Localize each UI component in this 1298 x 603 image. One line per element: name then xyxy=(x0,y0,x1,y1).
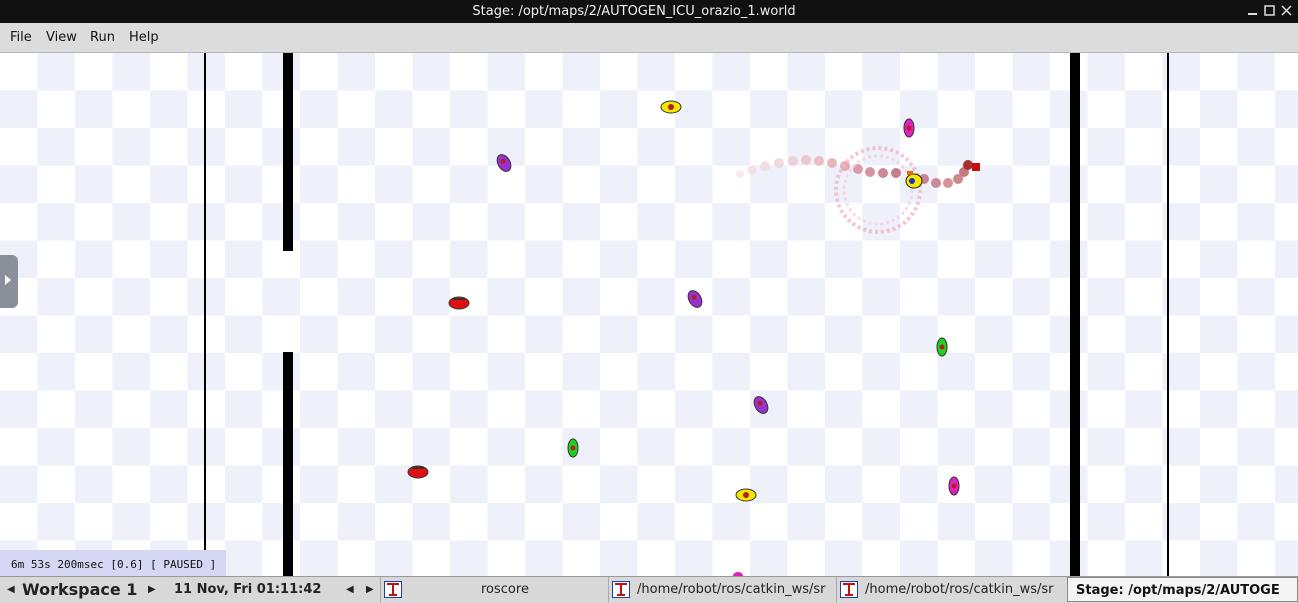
window-title: Stage: /opt/maps/2/AUTOGEN_ICU_orazio_1.… xyxy=(472,4,796,19)
menu-file[interactable]: File xyxy=(10,30,32,45)
menu-run[interactable]: Run xyxy=(90,30,115,45)
xterm-icon xyxy=(840,581,858,598)
xterm-icon xyxy=(612,581,630,598)
world-map xyxy=(204,53,1169,576)
task-label: roscore xyxy=(481,582,529,597)
close-icon[interactable] xyxy=(1280,4,1293,17)
agent-red-1[interactable] xyxy=(448,296,470,310)
task-terminal-1[interactable]: /home/robot/ros/catkin_ws/sr xyxy=(608,577,837,602)
task-label: Stage: /opt/maps/2/AUTOGE xyxy=(1076,583,1280,598)
wall-segment-lower xyxy=(283,352,293,576)
menu-view[interactable]: View xyxy=(46,30,77,45)
expand-arrow-icon xyxy=(5,275,11,285)
task-prev-icon[interactable]: ◀ xyxy=(346,577,354,602)
agent-purple-1[interactable] xyxy=(494,152,513,174)
task-label: /home/robot/ros/catkin_ws/sr xyxy=(865,582,1054,597)
task-roscore[interactable]: roscore xyxy=(380,577,609,602)
minimize-icon[interactable] xyxy=(1246,4,1259,17)
agent-purple-2[interactable] xyxy=(685,288,704,310)
menu-help[interactable]: Help xyxy=(129,30,159,45)
xterm-icon xyxy=(384,581,402,598)
wall-right-thin xyxy=(1167,53,1169,576)
wall-right-thick xyxy=(1070,53,1080,576)
wall-segment-upper xyxy=(283,53,293,251)
side-panel-handle[interactable] xyxy=(0,255,18,308)
clock: 11 Nov, Fri 01:11:42 xyxy=(174,582,322,597)
agent-yellow-1[interactable] xyxy=(660,100,682,114)
task-next-icon[interactable]: ▶ xyxy=(366,577,374,602)
agent-magenta-2[interactable] xyxy=(948,476,960,496)
agent-magenta-1[interactable] xyxy=(903,118,915,138)
agent-green-1[interactable] xyxy=(936,337,948,357)
workspace-next-icon[interactable]: ▶ xyxy=(148,577,156,602)
workspace-prev-icon[interactable]: ◀ xyxy=(7,577,15,602)
taskbar: ◀ Workspace 1 ▶ 11 Nov, Fri 01:11:42 ◀ ▶… xyxy=(0,576,1298,602)
simulation-time: 6m 53s 200msec [0.6] [ PAUSED ] xyxy=(11,558,217,571)
task-terminal-2[interactable]: /home/robot/ros/catkin_ws/sr xyxy=(836,577,1065,602)
title-bar: Stage: /opt/maps/2/AUTOGEN_ICU_orazio_1.… xyxy=(0,0,1298,23)
agent-yellow-2[interactable] xyxy=(735,488,757,502)
task-label: /home/robot/ros/catkin_ws/sr xyxy=(637,582,826,597)
robot-trail xyxy=(736,146,973,234)
maximize-icon[interactable] xyxy=(1263,4,1276,17)
wall-left-thin xyxy=(204,53,206,576)
agent-red-2[interactable] xyxy=(407,465,429,479)
agent-green-2[interactable] xyxy=(567,438,579,458)
agent-purple-3[interactable] xyxy=(751,394,770,416)
task-stage[interactable]: Stage: /opt/maps/2/AUTOGE xyxy=(1067,577,1298,602)
simulation-canvas[interactable] xyxy=(0,53,1298,576)
menu-bar: File View Run Help xyxy=(0,23,1298,53)
workspace-name[interactable]: Workspace 1 xyxy=(22,577,137,602)
simulation-status: 6m 53s 200msec [0.6] [ PAUSED ] xyxy=(0,550,226,576)
